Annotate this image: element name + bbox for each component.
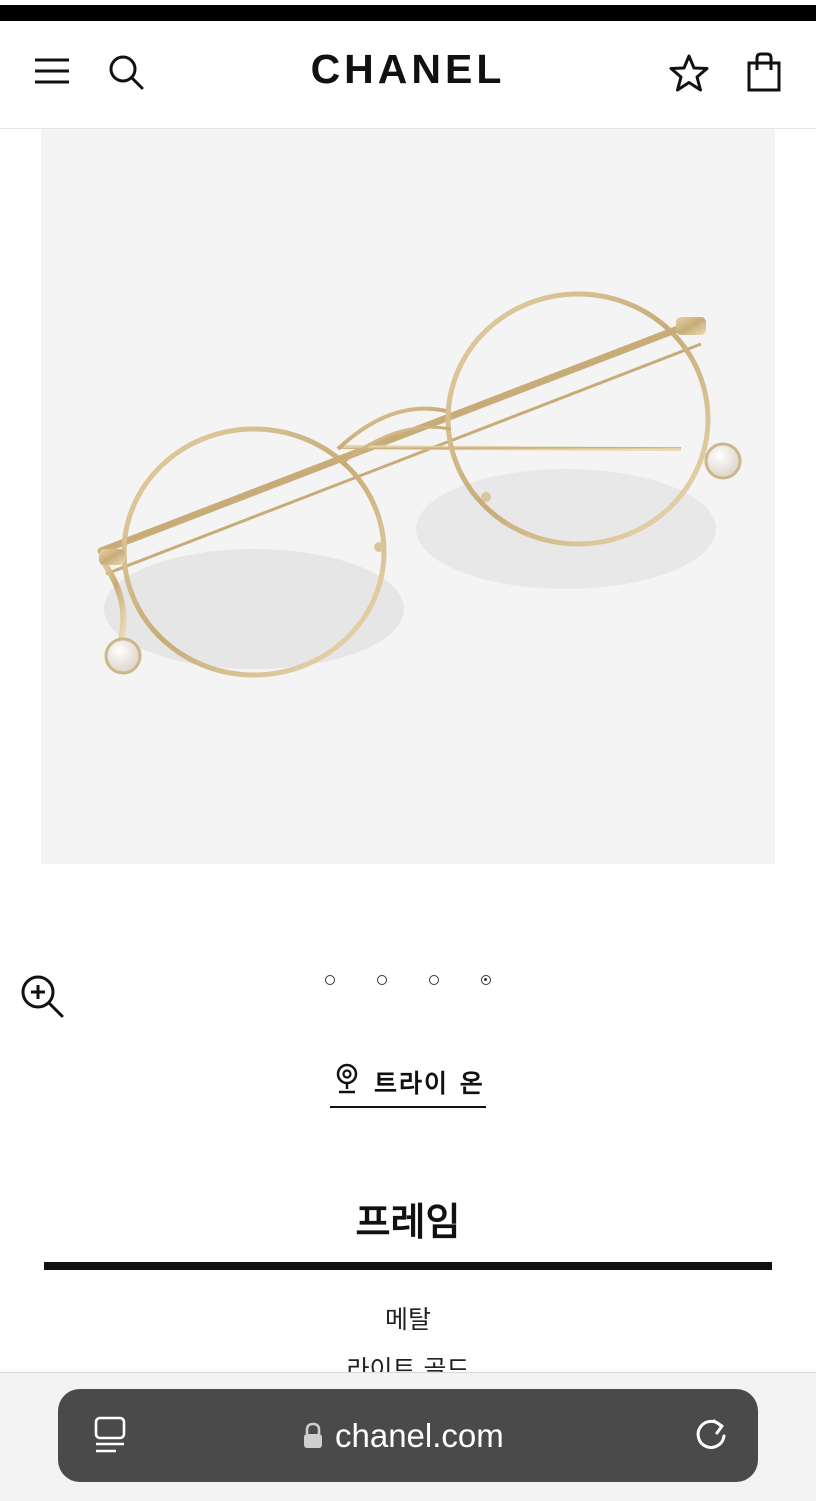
frame-section-title: 프레임 [355,1200,461,1244]
carousel-dot-4[interactable] [481,975,491,985]
url-text[interactable]: chanel.com [335,1413,504,1459]
zoom-button[interactable] [18,972,66,1020]
tabs-button[interactable] [88,1413,132,1457]
try-on-button[interactable]: 트라이 온 [330,1058,486,1108]
frame-material: 메탈 [384,1305,431,1334]
tabs-icon [94,1416,126,1453]
frame-section-divider [44,1262,772,1270]
site-header: CHANEL [0,22,816,129]
try-on-label: 트라이 온 [374,1069,485,1098]
status-bar [0,5,816,21]
product-image[interactable] [41,129,775,864]
shopping-bag-icon [747,52,781,92]
carousel-dot-3[interactable] [429,975,439,985]
address-bar[interactable]: chanel.com [58,1389,758,1482]
carousel-dots [320,973,500,991]
carousel-dot-2[interactable] [377,975,387,985]
wishlist-star-icon [669,54,709,92]
wishlist-button[interactable] [667,51,711,95]
shopping-bag-button[interactable] [742,50,786,94]
carousel-dot-1[interactable] [325,975,335,985]
location-pin-icon [336,1063,358,1094]
reload-icon [696,1419,726,1449]
zoom-in-icon [21,975,64,1018]
reload-button[interactable] [688,1413,734,1459]
lock-icon [304,1422,322,1448]
gold-eyeglasses-illustration [97,291,742,678]
